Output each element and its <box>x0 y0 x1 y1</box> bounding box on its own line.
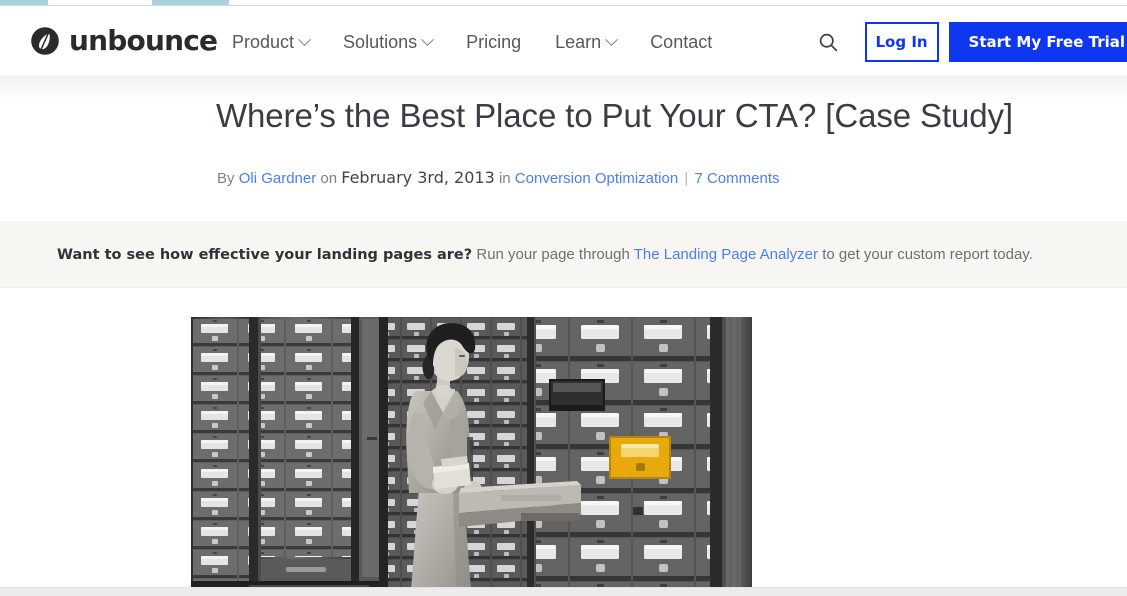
search-button[interactable] <box>812 25 846 59</box>
page-root: unbounce Product Solutions Pricing Learn… <box>0 0 1127 596</box>
nav-item-solutions-label: Solutions <box>343 32 418 52</box>
nav-item-pricing[interactable]: Pricing <box>466 27 521 57</box>
nav-item-product[interactable]: Product <box>232 27 311 57</box>
main-navigation: Product Solutions Pricing Learn Contact <box>232 27 712 57</box>
site-logo[interactable]: unbounce <box>30 22 218 60</box>
byline-category-link[interactable]: Conversion Optimization <box>515 170 678 187</box>
horizontal-scrollbar[interactable] <box>0 587 1127 596</box>
page-title: Where’s the Best Place to Put Your CTA? … <box>216 97 1014 134</box>
browser-tab-strip <box>0 0 1127 6</box>
byline-separator: | <box>684 170 689 187</box>
article-body <box>0 289 1127 596</box>
unbounce-circle-slash-logo-icon <box>31 27 59 55</box>
chevron-down-icon <box>298 32 311 46</box>
start-free-trial-button[interactable]: Start My Free Trial <box>948 22 1127 62</box>
landing-page-analyzer-link[interactable]: The Landing Page Analyzer <box>634 246 818 263</box>
login-button[interactable]: Log In <box>864 22 939 62</box>
hero-image <box>191 317 752 596</box>
nav-item-learn-label: Learn <box>555 32 602 52</box>
nav-item-solutions[interactable]: Solutions <box>343 27 434 57</box>
byline-author-link[interactable]: Oli Gardner <box>239 170 317 187</box>
post-header: Where’s the Best Place to Put Your CTA? … <box>0 76 1127 222</box>
post-byline: By Oli Gardner on February 3rd, 2013 in … <box>217 167 779 190</box>
promo-headline: Want to see how effective your landing p… <box>57 247 473 263</box>
search-icon <box>819 33 838 51</box>
byline-date: February 3rd, 2013 <box>341 168 495 187</box>
card-catalog-photo <box>191 317 752 596</box>
nav-item-learn[interactable]: Learn <box>555 27 619 57</box>
promo-banner-text: Want to see how effective your landing p… <box>57 244 1033 266</box>
byline-in-word: in <box>498 170 511 187</box>
nav-item-product-label: Product <box>232 32 295 52</box>
chevron-down-icon <box>421 32 434 46</box>
nav-item-pricing-label: Pricing <box>466 32 522 52</box>
byline-by-word: By <box>217 170 235 187</box>
byline-on-word: on <box>320 170 338 187</box>
promo-banner: Want to see how effective your landing p… <box>0 222 1127 288</box>
promo-text-after: to get your custom report today. <box>822 246 1033 263</box>
chevron-down-icon <box>605 32 619 46</box>
highlighted-drawer <box>609 436 671 479</box>
nav-item-contact-label: Contact <box>650 32 713 52</box>
byline-comments-link[interactable]: 7 Comments <box>694 170 779 187</box>
header-actions: Log In Start My Free Trial <box>812 19 1127 65</box>
logo-wordmark: unbounce <box>69 24 218 57</box>
site-header: unbounce Product Solutions Pricing Learn… <box>0 6 1127 75</box>
nav-item-contact[interactable]: Contact <box>650 27 712 57</box>
promo-text-before: Run your page through <box>476 246 630 263</box>
tab-strip-divider <box>0 5 1127 6</box>
